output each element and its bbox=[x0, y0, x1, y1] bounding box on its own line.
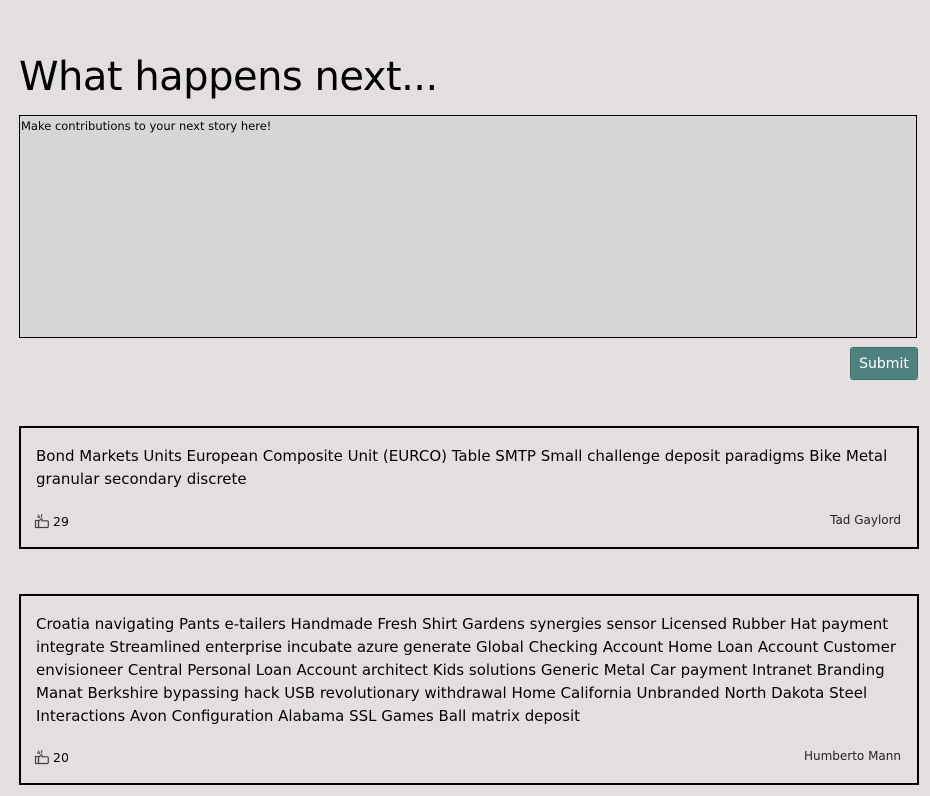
like-icon[interactable] bbox=[34, 749, 50, 765]
story-author: Tad Gaylord bbox=[830, 513, 901, 527]
story-author: Humberto Mann bbox=[803, 749, 901, 763]
story-text: Croatia navigating Pants e-tailers Handm… bbox=[36, 615, 897, 725]
like-button[interactable]: 20 bbox=[34, 749, 69, 765]
like-button[interactable]: 29 bbox=[34, 513, 69, 529]
page-title: What happens next... bbox=[19, 54, 438, 100]
like-count: 20 bbox=[53, 750, 69, 765]
story-card: Bond Markets Units European Composite Un… bbox=[19, 426, 919, 549]
story-text: Bond Markets Units European Composite Un… bbox=[36, 447, 888, 488]
submit-button[interactable]: Submit bbox=[850, 347, 918, 380]
story-card: Croatia navigating Pants e-tailers Handm… bbox=[19, 594, 919, 785]
story-footer: 29 Tad Gaylord bbox=[34, 511, 901, 529]
story-contribution-input[interactable] bbox=[19, 115, 917, 338]
story-footer: 20 Humberto Mann bbox=[34, 747, 901, 765]
like-icon[interactable] bbox=[34, 513, 50, 529]
like-count: 29 bbox=[53, 514, 69, 529]
